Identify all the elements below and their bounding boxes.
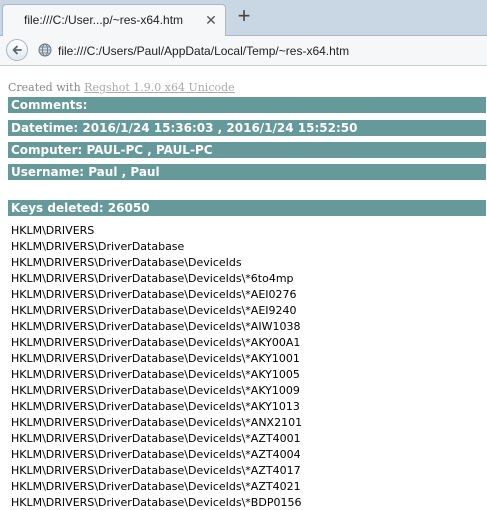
key-entry: HKLM\DRIVERS\DriverDatabase\DeviceIds\*A…: [11, 400, 300, 413]
key-entry: HKLM\DRIVERS\DriverDatabase\DeviceIds\*A…: [11, 384, 300, 397]
created-with-line: Created with Regshot 1.9.0 x64 Unicode: [8, 81, 235, 94]
browser-tab[interactable]: file:///C:/User...p/~res-x64.htm ✕: [2, 4, 226, 36]
close-icon[interactable]: ✕: [203, 12, 219, 28]
key-entry: HKLM\DRIVERS\DriverDatabase\DeviceIds\*6…: [11, 272, 294, 285]
back-button[interactable]: [6, 39, 28, 61]
address-bar[interactable]: file:///C:/Users/Paul/AppData/Local/Temp…: [58, 44, 478, 58]
key-entry: HKLM\DRIVERS\DriverDatabase\DeviceIds\*A…: [11, 416, 303, 429]
key-entry: HKLM\DRIVERS\DriverDatabase\DeviceIds\*A…: [11, 320, 301, 333]
key-entry: HKLM\DRIVERS\DriverDatabase: [11, 240, 185, 253]
keys-deleted-header: Keys deleted: 26050: [8, 200, 486, 216]
computer-header: Computer: PAUL-PC , PAUL-PC: [8, 142, 486, 158]
key-entry: HKLM\DRIVERS\DriverDatabase\DeviceIds\*A…: [11, 352, 300, 365]
globe-icon: [38, 43, 52, 57]
username-header: Username: Paul , Paul: [8, 164, 486, 180]
key-entry: HKLM\DRIVERS: [11, 224, 95, 237]
key-entry: HKLM\DRIVERS\DriverDatabase\DeviceIds\*A…: [11, 464, 301, 477]
key-entry: HKLM\DRIVERS\DriverDatabase\DeviceIds\*A…: [11, 304, 297, 317]
new-tab-button[interactable]: +: [233, 5, 255, 27]
key-entry: HKLM\DRIVERS\DriverDatabase\DeviceIds: [11, 256, 242, 269]
deleted-keys-list: HKLM\DRIVERS HKLM\DRIVERS\DriverDatabase…: [11, 223, 302, 510]
key-entry: HKLM\DRIVERS\DriverDatabase\DeviceIds\*A…: [11, 368, 300, 381]
report-page: Created with Regshot 1.9.0 x64 Unicode C…: [0, 66, 487, 510]
back-arrow-icon: [12, 45, 22, 55]
navigation-bar: file:///C:/Users/Paul/AppData/Local/Temp…: [0, 36, 487, 66]
tab-strip: file:///C:/User...p/~res-x64.htm ✕ +: [0, 0, 487, 36]
key-entry: HKLM\DRIVERS\DriverDatabase\DeviceIds\*A…: [11, 480, 301, 493]
datetime-header: Datetime: 2016/1/24 15:36:03 , 2016/1/24…: [8, 120, 486, 136]
tab-title: file:///C:/User...p/~res-x64.htm: [24, 13, 184, 27]
regshot-link[interactable]: Regshot 1.9.0 x64 Unicode: [84, 81, 235, 94]
created-prefix: Created with: [8, 81, 81, 94]
comments-header: Comments:: [8, 97, 486, 113]
key-entry: HKLM\DRIVERS\DriverDatabase\DeviceIds\*B…: [11, 496, 302, 509]
key-entry: HKLM\DRIVERS\DriverDatabase\DeviceIds\*A…: [11, 336, 301, 349]
key-entry: HKLM\DRIVERS\DriverDatabase\DeviceIds\*A…: [11, 448, 301, 461]
key-entry: HKLM\DRIVERS\DriverDatabase\DeviceIds\*A…: [11, 432, 301, 445]
key-entry: HKLM\DRIVERS\DriverDatabase\DeviceIds\*A…: [11, 288, 297, 301]
